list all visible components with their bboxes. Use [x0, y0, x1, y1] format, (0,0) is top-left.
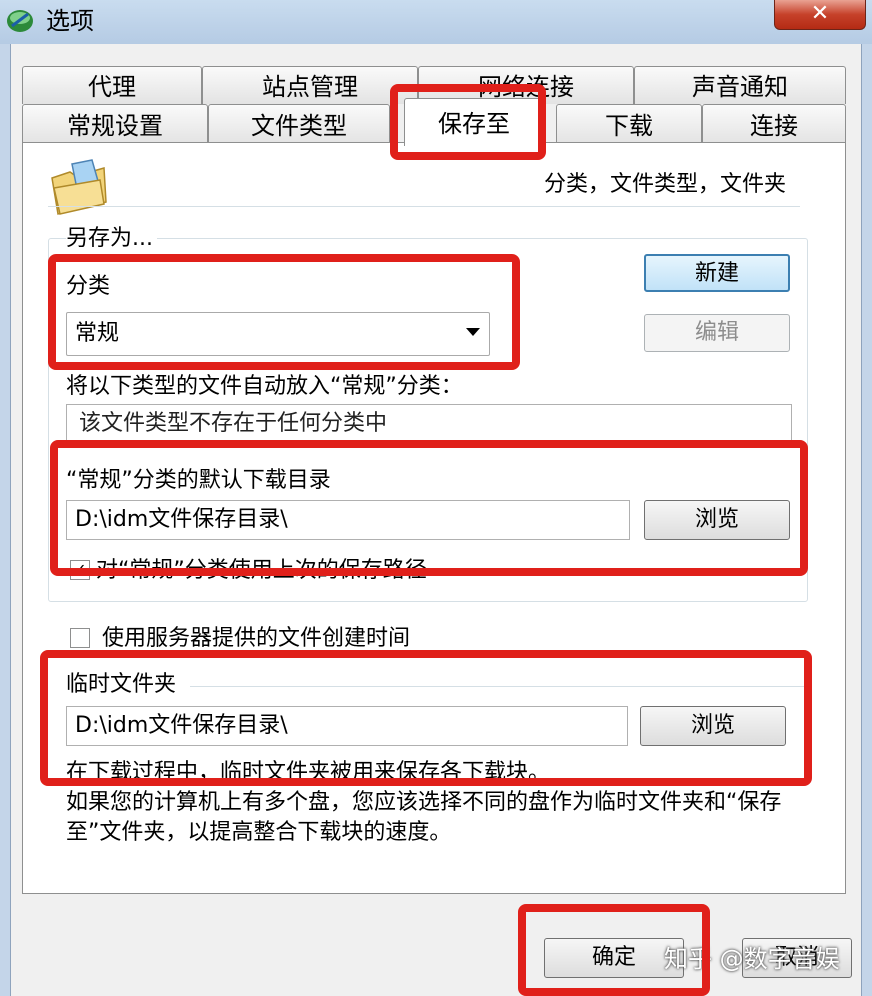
new-category-button[interactable]: 新建	[644, 254, 790, 292]
window-title: 选项	[46, 7, 94, 35]
highlight-ok-button	[518, 904, 710, 996]
file-types-field[interactable]: 该文件类型不存在于任何分类中	[66, 404, 792, 444]
highlight-default-dir	[50, 440, 808, 576]
auto-types-label: 将以下类型的文件自动放入“常规”分类：	[66, 374, 463, 399]
header-divider	[48, 206, 800, 207]
tab-general-settings[interactable]: 常规设置	[22, 104, 208, 144]
title-bar	[0, 0, 872, 44]
window-frame-right	[862, 44, 872, 996]
highlight-temp-folder	[40, 650, 812, 786]
tab-proxy[interactable]: 代理	[22, 66, 202, 104]
window-frame-left	[0, 44, 10, 996]
header-description: 分类，文件类型，文件夹	[543, 172, 786, 197]
idm-app-icon	[6, 8, 34, 34]
tab-sound-notification[interactable]: 声音通知	[634, 66, 846, 104]
highlight-category	[48, 254, 520, 370]
multi-disk-note: 如果您的计算机上有多个盘，您应该选择不同的盘作为临时文件夹和“保存至”文件夹，以…	[66, 790, 782, 845]
server-time-checkbox[interactable]	[70, 628, 90, 648]
tab-site-management[interactable]: 站点管理	[202, 66, 418, 104]
tab-file-types[interactable]: 文件类型	[208, 104, 390, 144]
folder-icon	[48, 158, 110, 220]
close-button[interactable]: ✕	[774, 0, 866, 30]
edit-category-button[interactable]: 编辑	[644, 314, 790, 352]
save-as-label: 另存为...	[66, 224, 157, 254]
tab-connection[interactable]: 连接	[702, 104, 846, 144]
tab-download[interactable]: 下载	[556, 104, 702, 144]
highlight-save-to-tab	[390, 84, 546, 160]
